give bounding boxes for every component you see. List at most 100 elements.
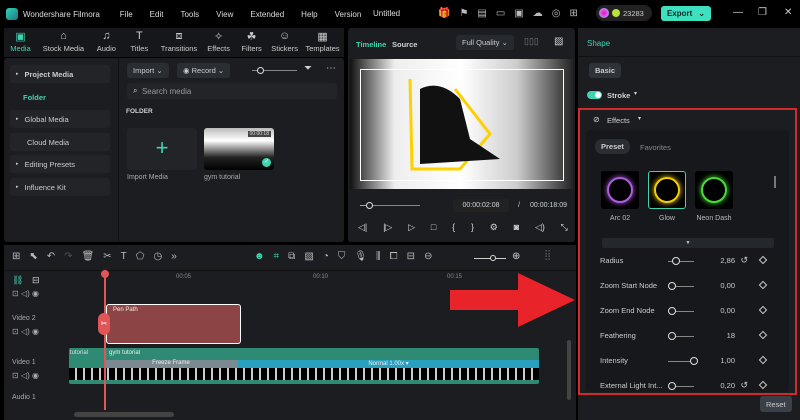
caret-down-icon[interactable]: ▾ (638, 115, 641, 122)
record-dropdown[interactable]: ◉ Record ⌄ (177, 63, 231, 78)
reset-icon[interactable]: ↺ (740, 380, 748, 391)
account-credits[interactable]: 23283 (596, 5, 652, 21)
import-dropdown[interactable]: Import ⌄ (127, 63, 169, 78)
play-icon[interactable]: ▷ (408, 222, 415, 233)
menu-file[interactable]: File (120, 10, 133, 19)
track-icon[interactable]: ⊟ (32, 275, 40, 286)
menu-version[interactable]: Version (335, 10, 362, 19)
track-controls[interactable]: ⊡ ◁) ◉ (12, 327, 39, 336)
fullscreen-icon[interactable]: ⤡ (561, 222, 568, 233)
track-controls[interactable]: ⊡ ◁) ◉ (12, 371, 39, 380)
keyframe-icon[interactable] (758, 305, 768, 315)
menu-view[interactable]: View (216, 10, 233, 19)
param-value[interactable]: 0,00 (695, 281, 735, 290)
effects-label[interactable]: Effects (607, 116, 630, 125)
slider-knob[interactable] (668, 382, 676, 390)
playhead[interactable] (101, 270, 109, 410)
undo-icon[interactable]: ↶ (47, 251, 55, 262)
tab-source[interactable]: Source (392, 40, 417, 49)
sidebar-item-cloud-media[interactable]: Cloud Media (10, 133, 110, 151)
menu-edit[interactable]: Edit (150, 10, 164, 19)
tab-transitions[interactable]: ⧈ Transitions (156, 28, 202, 57)
slider-knob[interactable] (668, 332, 676, 340)
media-clip-thumbnail[interactable]: 00:00:18 ✓ (204, 128, 274, 170)
mark-out-icon[interactable]: } (471, 222, 474, 233)
vertical-scrollbar[interactable] (567, 340, 571, 400)
tab-filters[interactable]: ☘ Filters (235, 28, 268, 57)
mic-icon[interactable]: 🎙 (354, 251, 367, 262)
more-icon[interactable]: ⋯ (326, 63, 336, 74)
param-value[interactable]: 18 (695, 331, 735, 340)
sidebar-item-global-media[interactable]: ▸ Global Media (10, 110, 110, 128)
freeze-frame-segment[interactable]: Freeze Frame (104, 360, 238, 368)
preset-item[interactable]: Arc 02 (601, 171, 639, 222)
search-input[interactable]: ⌕ Search media (127, 83, 337, 99)
sidebar-item-editing-presets[interactable]: ▸ Editing Presets (10, 155, 110, 173)
expand-presets-button[interactable]: ▼ (602, 238, 774, 248)
horizontal-scrollbar[interactable] (74, 412, 174, 417)
zoom-slider[interactable] (474, 255, 506, 261)
grid-icon[interactable]: ▯▯▯ (524, 36, 539, 47)
keyframe-icon[interactable] (758, 380, 768, 390)
stroke-toggle[interactable] (587, 91, 602, 99)
preset-item[interactable]: Neon Dash (695, 171, 733, 222)
stop-icon[interactable]: □ (431, 222, 436, 233)
headset-icon[interactable]: ◎ (552, 8, 561, 19)
reset-button[interactable]: Reset (760, 396, 792, 412)
tab-effects[interactable]: ✧ Effects (202, 28, 235, 57)
select-icon[interactable]: ⬉ (29, 251, 37, 262)
minimize-icon[interactable]: — (733, 7, 743, 18)
scene-icon[interactable]: ▧ (304, 251, 313, 262)
playback-slider[interactable] (360, 202, 420, 209)
param-value[interactable]: 1,00 (695, 356, 735, 365)
close-icon[interactable]: ✕ (784, 7, 792, 18)
slider-knob[interactable] (672, 257, 681, 265)
stroke-label[interactable]: Stroke (607, 91, 630, 100)
gift-icon[interactable]: 🎁 (438, 8, 450, 19)
zoom-out-icon[interactable]: ⊖ (424, 251, 432, 262)
slider-knob[interactable] (668, 282, 676, 290)
apps-icon[interactable]: ⊞ (570, 8, 578, 19)
sidebar-item-influence-kit[interactable]: ▸ Influence Kit (10, 178, 110, 196)
zoom-in-icon[interactable]: ⊕ (512, 251, 520, 262)
sidebar-item-project-media[interactable]: ▸ Project Media (10, 65, 110, 83)
save-icon[interactable]: ▣ (514, 8, 523, 19)
export-button[interactable]: Export ⌄ (661, 6, 711, 21)
caret-down-icon[interactable]: ▾ (634, 90, 637, 97)
filter-icon[interactable]: ⏷ (304, 63, 312, 74)
menu-extended[interactable]: Extended (250, 10, 284, 19)
ai-icon[interactable]: ☻ (254, 251, 265, 262)
more-tools-icon[interactable]: » (171, 251, 177, 262)
layout-icon[interactable]: ▭ (496, 8, 505, 19)
quality-dropdown[interactable]: Full Quality ⌄ (456, 35, 514, 50)
link-icon[interactable]: ⛓ (12, 275, 23, 286)
keyframe-icon[interactable] (758, 280, 768, 290)
layout-icon[interactable]: ⊞ (12, 251, 20, 262)
sidebar-item-folder[interactable]: Folder (23, 93, 46, 102)
mark-in-icon[interactable]: { (452, 222, 455, 233)
settings-icon[interactable]: ⚙ (490, 222, 498, 233)
preset-item[interactable]: Glow (648, 171, 686, 222)
tab-basic[interactable]: Basic (589, 63, 622, 78)
text-icon[interactable]: T (121, 251, 127, 262)
param-value[interactable]: 2,86 (695, 256, 735, 265)
restore-icon[interactable]: ❐ (758, 7, 767, 18)
keyframe-icon[interactable] (758, 255, 768, 265)
video-clip[interactable]: tutorial gym tutorial Freeze Frame Norma… (69, 348, 539, 384)
menu-help[interactable]: Help (301, 10, 317, 19)
speed-icon[interactable]: ◷ (153, 251, 162, 262)
import-media-tile[interactable]: + (127, 128, 197, 170)
scrollbar[interactable] (774, 176, 776, 188)
camera-icon[interactable]: ◙ (514, 222, 519, 233)
split-icon[interactable]: ✂ (98, 313, 110, 335)
param-value[interactable]: 0,00 (695, 306, 735, 315)
current-time[interactable]: 00:00:02:08 (453, 199, 509, 212)
thumbnail-size-slider[interactable] (252, 67, 297, 74)
slider-knob[interactable] (668, 307, 676, 315)
param-value[interactable]: 0,20 (695, 381, 735, 390)
pip-icon[interactable]: ⧠ (390, 251, 398, 262)
prev-frame-icon[interactable]: ◁| (358, 222, 367, 233)
track-controls[interactable]: ⊡ ◁) ◉ (12, 289, 39, 298)
menu-tools[interactable]: Tools (180, 10, 199, 19)
cut-icon[interactable]: ✂ (103, 251, 111, 262)
